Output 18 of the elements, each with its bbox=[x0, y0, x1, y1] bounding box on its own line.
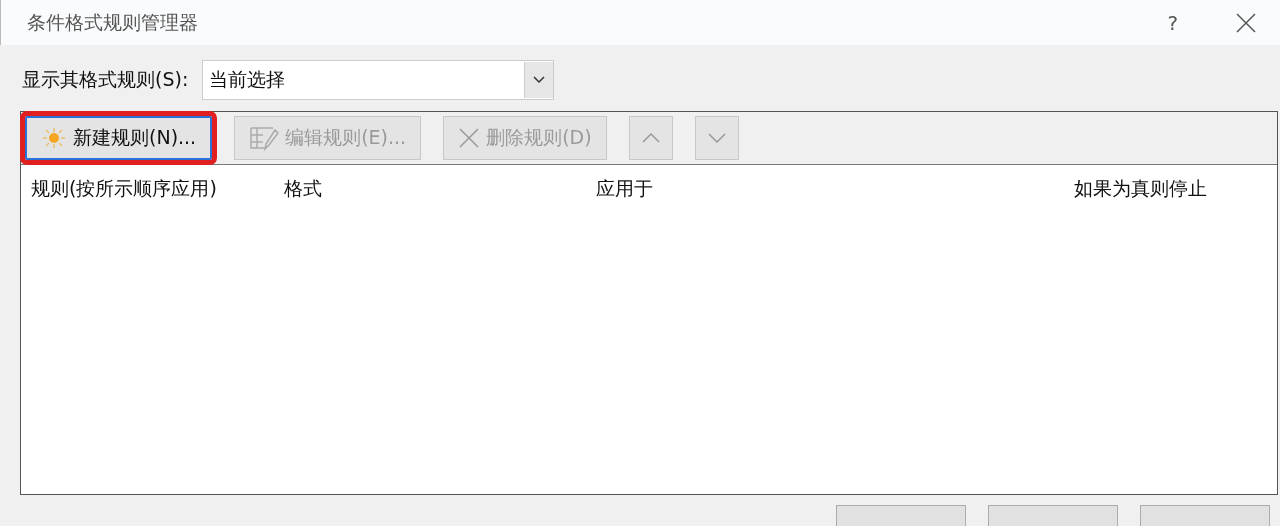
chevron-down-icon bbox=[707, 133, 726, 143]
window-title: 条件格式规则管理器 bbox=[27, 9, 199, 35]
chevron-up-icon bbox=[641, 133, 660, 143]
column-header: 如果为真则停止 bbox=[1073, 176, 1208, 201]
close-icon bbox=[458, 127, 481, 149]
close-icon[interactable] bbox=[1236, 12, 1256, 33]
dialog-button[interactable] bbox=[1140, 505, 1270, 526]
help-button[interactable]: ? bbox=[1167, 10, 1178, 35]
chevron-down-icon bbox=[533, 76, 546, 84]
dialog-button[interactable] bbox=[988, 505, 1118, 526]
show-rules-label: 显示其格式规则(S): bbox=[22, 67, 189, 92]
show-rules-dropdown[interactable]: 当前选择 bbox=[202, 60, 555, 100]
column-header: 规则(按所示顺序应用) bbox=[30, 176, 218, 201]
column-header: 应用于 bbox=[595, 176, 654, 201]
column-header: 格式 bbox=[283, 176, 323, 201]
table-pencil-icon bbox=[249, 125, 280, 151]
dialog-button[interactable] bbox=[836, 505, 966, 526]
sun-icon bbox=[41, 127, 67, 149]
